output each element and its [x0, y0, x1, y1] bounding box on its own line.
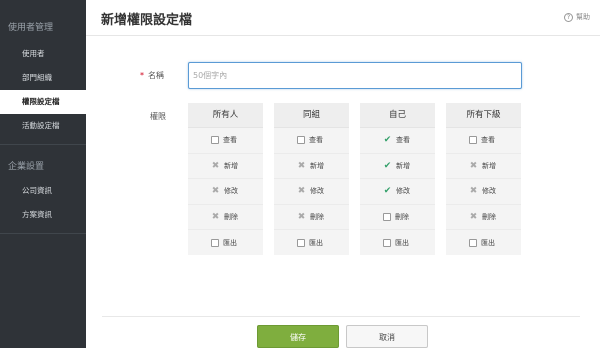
permission-option-label: 查看 — [481, 136, 495, 145]
permission-option-label: 刪除 — [395, 212, 409, 221]
sidebar-item-activity-profiles[interactable]: 活動設定檔 — [0, 114, 86, 138]
checkbox-icon[interactable] — [469, 136, 477, 145]
permission-column-header: 自己 — [360, 103, 435, 128]
permission-option: ✖ 新增 — [188, 154, 263, 179]
permission-option[interactable]: 匯出 — [446, 230, 521, 256]
sidebar-divider — [0, 233, 86, 234]
permission-option-label: 新增 — [482, 161, 496, 170]
permission-option-label: 修改 — [224, 187, 238, 196]
permission-option-label: 修改 — [310, 187, 324, 196]
help-label: 幫助 — [576, 13, 590, 21]
permission-option[interactable]: 查看 — [274, 128, 349, 154]
permission-option: ✖ 新增 — [446, 154, 521, 179]
permission-option-label: 新增 — [310, 161, 324, 170]
permission-option[interactable]: 查看 — [188, 128, 263, 154]
x-icon: ✖ — [297, 160, 306, 171]
sidebar-item-permission-profiles[interactable]: 權限設定檔 — [0, 90, 86, 114]
permission-option: ✖ 刪除 — [446, 205, 521, 230]
permission-option-label: 新增 — [396, 161, 410, 170]
check-icon[interactable]: ✔ — [383, 161, 392, 171]
permission-option[interactable]: ✔ 查看 — [360, 128, 435, 154]
permission-option-label: 修改 — [482, 187, 496, 196]
required-mark: * — [140, 71, 144, 80]
permission-option-label: 刪除 — [224, 212, 238, 221]
permission-option[interactable]: 查看 — [446, 128, 521, 154]
permission-option-label: 新增 — [224, 161, 238, 170]
permission-option: ✖ 刪除 — [188, 205, 263, 230]
permission-option[interactable]: 匯出 — [188, 230, 263, 256]
permission-option-label: 查看 — [309, 136, 323, 145]
x-icon: ✖ — [297, 186, 306, 197]
permission-option-label: 匯出 — [481, 238, 495, 247]
permission-option[interactable]: 匯出 — [360, 230, 435, 256]
checkbox-icon[interactable] — [297, 136, 305, 145]
x-icon: ✖ — [211, 211, 220, 222]
cancel-button[interactable]: 取消 — [346, 325, 428, 348]
permission-column-everyone: 所有人查看 ✖ 新增 ✖ 修改 ✖ 刪除匯出 — [188, 103, 263, 255]
x-icon: ✖ — [211, 160, 220, 171]
permission-option-label: 匯出 — [309, 238, 323, 247]
permission-option[interactable]: 刪除 — [360, 205, 435, 230]
checkbox-icon[interactable] — [383, 212, 391, 221]
footer-divider — [102, 316, 580, 317]
permission-option: ✖ 修改 — [274, 179, 349, 205]
page-header: 新增權限設定檔 ? 幫助 — [86, 0, 600, 36]
permission-option: ✖ 刪除 — [274, 205, 349, 230]
permission-column-header: 同組 — [274, 103, 349, 128]
permission-option: ✖ 新增 — [274, 154, 349, 179]
checkbox-icon[interactable] — [469, 238, 477, 247]
sidebar-item-plan-info[interactable]: 方案資訊 — [0, 203, 86, 227]
permission-column-header: 所有人 — [188, 103, 263, 128]
checkbox-icon[interactable] — [297, 238, 305, 247]
sidebar-group-enterprise-settings: 企業設置 — [8, 162, 45, 172]
permission-option[interactable]: ✔ 修改 — [360, 179, 435, 205]
check-icon[interactable]: ✔ — [383, 186, 392, 196]
permission-column-same-group: 同組查看 ✖ 新增 ✖ 修改 ✖ 刪除匯出 — [274, 103, 349, 255]
sidebar-item-users[interactable]: 使用者 — [0, 42, 86, 66]
checkbox-icon[interactable] — [211, 238, 219, 247]
name-label-text: 名稱 — [148, 71, 164, 80]
permission-option-label: 查看 — [223, 136, 237, 145]
checkbox-icon[interactable] — [211, 136, 219, 145]
permission-option[interactable]: 匯出 — [274, 230, 349, 256]
help-link[interactable]: ? 幫助 — [564, 12, 590, 22]
permission-column-header: 所有下級 — [446, 103, 521, 128]
permission-label: 權限 — [150, 112, 166, 121]
sidebar-item-departments[interactable]: 部門組織 — [0, 66, 86, 90]
sidebar-group-user-management: 使用者管理 — [8, 23, 54, 33]
page-title: 新增權限設定檔 — [101, 13, 193, 28]
question-circle-icon: ? — [564, 12, 573, 22]
permission-option-label: 查看 — [396, 136, 410, 145]
permission-option[interactable]: ✔ 新增 — [360, 154, 435, 179]
permission-option-label: 匯出 — [395, 238, 409, 247]
permission-option: ✖ 修改 — [446, 179, 521, 205]
permission-option-label: 修改 — [396, 187, 410, 196]
check-icon[interactable]: ✔ — [383, 135, 392, 145]
sidebar: 使用者管理 使用者 部門組織 權限設定檔 活動設定檔 企業設置 公司資訊 方案資… — [0, 0, 86, 348]
x-icon: ✖ — [211, 186, 220, 197]
x-icon: ✖ — [297, 211, 306, 222]
permission-option-label: 刪除 — [310, 212, 324, 221]
name-label: * 名稱 — [140, 70, 164, 81]
permission-column-self: 自己 ✔ 查看 ✔ 新增 ✔ 修改刪除匯出 — [360, 103, 435, 255]
sidebar-item-company-info[interactable]: 公司資訊 — [0, 179, 86, 203]
save-button[interactable]: 儲存 — [257, 325, 339, 348]
x-icon: ✖ — [469, 211, 478, 222]
permission-option-label: 匯出 — [223, 238, 237, 247]
x-icon: ✖ — [469, 186, 478, 197]
permission-option-label: 刪除 — [482, 212, 496, 221]
permission-column-all-subordinates: 所有下級查看 ✖ 新增 ✖ 修改 ✖ 刪除匯出 — [446, 103, 521, 255]
name-input[interactable] — [188, 62, 522, 89]
permission-option: ✖ 修改 — [188, 179, 263, 205]
checkbox-icon[interactable] — [383, 238, 391, 247]
x-icon: ✖ — [469, 160, 478, 171]
